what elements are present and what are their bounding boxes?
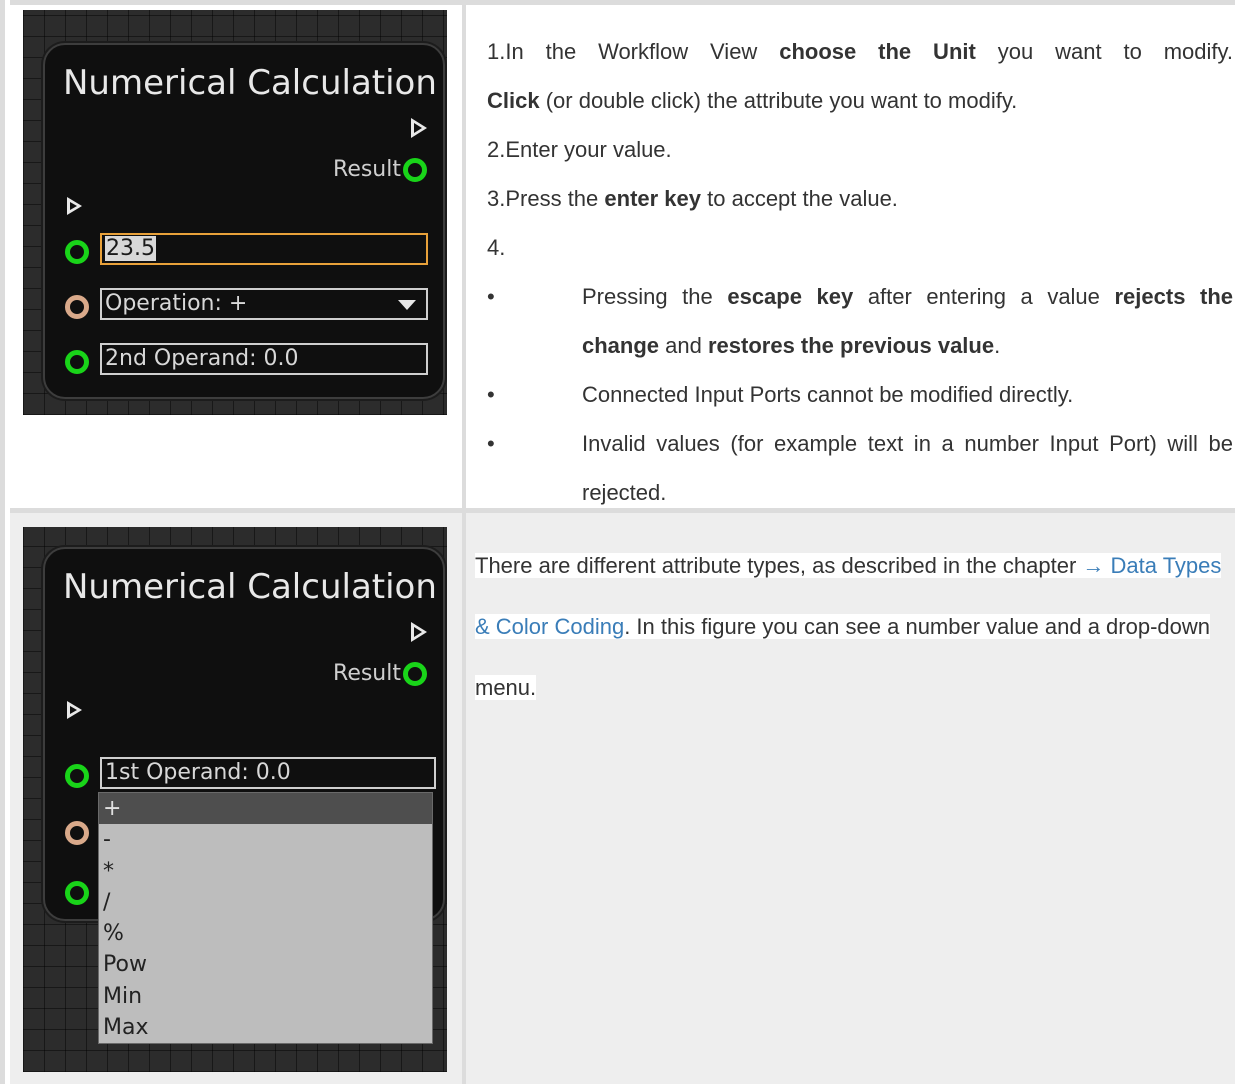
first-operand-value: 1st Operand: 0.0 xyxy=(105,760,291,785)
dropdown-option[interactable]: Max xyxy=(99,1012,432,1043)
second-operand-value: 2nd Operand: 0.0 xyxy=(105,346,299,371)
step-2: 2.Enter your value. xyxy=(487,137,672,162)
exec-input-arrow-icon[interactable] xyxy=(67,701,82,719)
step-1-cont: Click (or double click) the attribute yo… xyxy=(487,88,1018,113)
step-1: 1.In the Workflow View choose the Unit y… xyxy=(487,39,1233,64)
exec-output-arrow-icon[interactable] xyxy=(411,622,427,642)
selected-value-text: 23.5 xyxy=(105,236,156,261)
result-port-icon[interactable] xyxy=(403,158,427,182)
unit-node[interactable]: Numerical Calculation Result 23.5 Operat… xyxy=(43,43,445,399)
attribute-types-text: There are different attribute types, as … xyxy=(475,535,1235,718)
bullet-item: • Pressing the escape key after entering… xyxy=(487,272,1233,370)
result-port-icon[interactable] xyxy=(403,662,427,686)
bullet-item: • Connected Input Ports cannot be modifi… xyxy=(487,370,1233,419)
operation-dropdown-list[interactable]: + - * /% Pow Min Max xyxy=(98,792,433,1045)
step-3: 3.Press the enter key to accept the valu… xyxy=(487,186,898,211)
second-operand-input[interactable]: 2nd Operand: 0.0 xyxy=(100,343,428,375)
second-operand-port-icon[interactable] xyxy=(65,350,89,374)
dropdown-option[interactable]: / xyxy=(99,887,432,918)
table-row-edit-attribute: Numerical Calculation Result 23.5 Operat… xyxy=(10,0,1235,508)
chevron-down-icon xyxy=(398,300,416,310)
table-row-attribute-types: Numerical Calculation Result 1st Operand… xyxy=(10,508,1235,1084)
help-table: Numerical Calculation Result 23.5 Operat… xyxy=(0,0,1235,1084)
input-port-icon[interactable] xyxy=(65,240,89,264)
column-divider xyxy=(462,5,466,508)
node-screenshot-dropdown: Numerical Calculation Result 1st Operand… xyxy=(23,527,447,1072)
second-operand-port-icon[interactable] xyxy=(65,881,89,905)
first-operand-port-icon[interactable] xyxy=(65,764,89,788)
dropdown-option[interactable]: % xyxy=(99,918,432,949)
dropdown-option[interactable]: Min xyxy=(99,981,432,1012)
description-text: There are different attribute types, as … xyxy=(475,553,1083,578)
dropdown-option[interactable]: + xyxy=(99,793,432,825)
step-4: 4. xyxy=(487,235,506,260)
result-port-label: Result xyxy=(333,157,401,182)
value-input-active[interactable]: 23.5 xyxy=(100,233,428,265)
node-title: Numerical Calculation xyxy=(63,567,437,607)
bullet-icon: • xyxy=(487,284,495,309)
dropdown-option[interactable]: - xyxy=(99,824,432,855)
node-title: Numerical Calculation xyxy=(63,63,437,103)
bullet-icon: • xyxy=(487,382,495,407)
instructions-text: 1.In the Workflow View choose the Unit y… xyxy=(487,27,1233,517)
dropdown-option[interactable]: Pow xyxy=(99,949,432,980)
operation-port-icon[interactable] xyxy=(65,821,89,845)
dropdown-option[interactable]: * xyxy=(99,856,432,887)
bullet-icon: • xyxy=(487,431,495,456)
exec-output-arrow-icon[interactable] xyxy=(411,118,427,138)
first-operand-input[interactable]: 1st Operand: 0.0 xyxy=(100,757,436,789)
bullet-item: • Invalid values (for example text in a … xyxy=(487,419,1233,517)
exec-input-arrow-icon[interactable] xyxy=(67,197,82,215)
operation-select[interactable]: Operation: + xyxy=(100,288,428,320)
operation-select-value: Operation: + xyxy=(105,291,248,316)
node-screenshot-editing: Numerical Calculation Result 23.5 Operat… xyxy=(23,10,447,415)
result-port-label: Result xyxy=(333,661,401,686)
operation-port-icon[interactable] xyxy=(65,295,89,319)
column-divider xyxy=(462,513,466,1084)
